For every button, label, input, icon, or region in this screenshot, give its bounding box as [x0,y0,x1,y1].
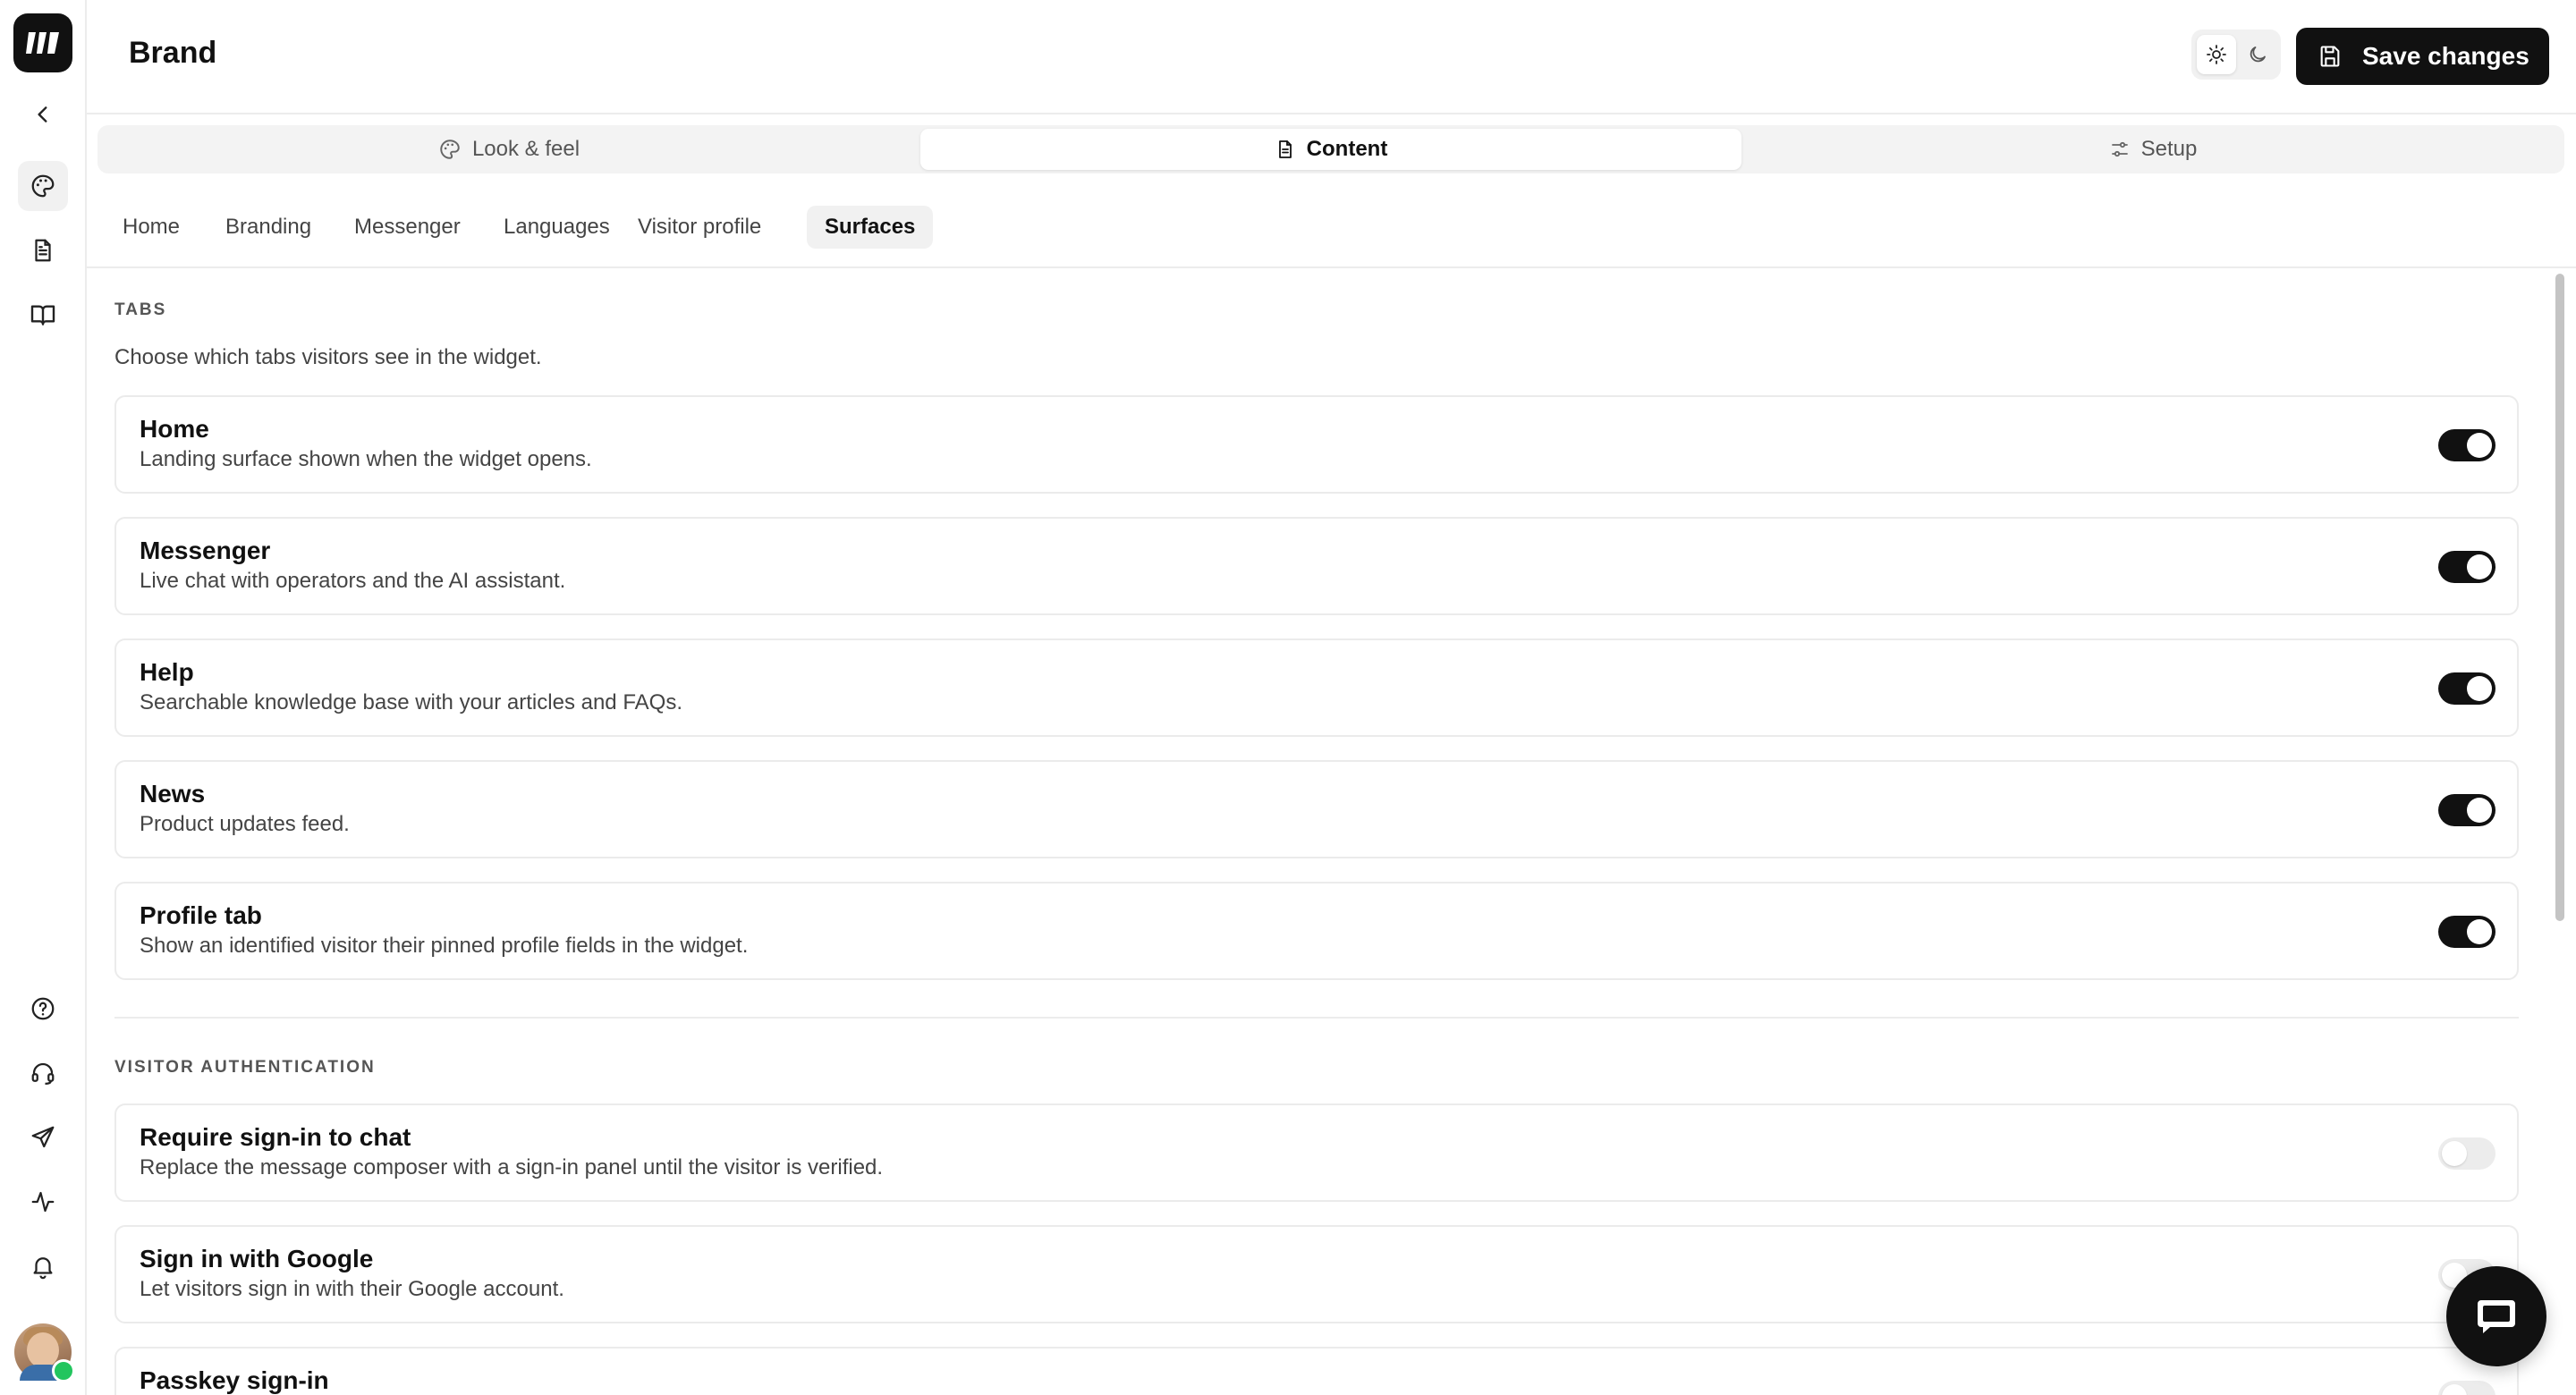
main-tabs: Look & feel Content Setup [97,125,2564,173]
setting-card-google-sign-in: Sign in with Google Let visitors sign in… [114,1225,2519,1323]
setting-description: Searchable knowledge base with your arti… [140,690,682,714]
setting-title: Profile tab [140,901,262,929]
tab-label: Look & feel [471,137,580,161]
setting-card-home: Home Landing surface shown when the widg… [114,395,2519,494]
help-tab-toggle[interactable] [2438,672,2496,705]
tab-setup[interactable]: Setup [1745,129,2561,170]
scrollbar-thumb[interactable] [2555,274,2564,921]
setting-description: Replace the message composer with a sign… [140,1155,884,1179]
sun-icon [2207,45,2226,64]
setting-description: Product updates feed. [140,812,350,836]
subtab-languages[interactable]: Languages [486,206,628,249]
section-description: Choose which tabs visitors see in the wi… [114,345,542,369]
subtab-visitor-profile[interactable]: Visitor profile [620,206,779,249]
setting-title: News [140,780,206,807]
save-icon [2320,46,2340,67]
back-button[interactable] [18,89,68,140]
setting-card-profile-tab: Profile tab Show an identified visitor t… [114,882,2519,980]
palette-icon [31,174,55,198]
book-icon [30,305,55,326]
back-chevron-icon [38,106,47,123]
theme-toggle[interactable] [2191,30,2281,80]
profile-tab-toggle[interactable] [2438,916,2496,948]
nav-support[interactable] [18,1048,68,1098]
moon-icon [2250,46,2266,63]
nav-activity[interactable] [18,1177,68,1227]
activity-icon [31,1191,55,1213]
save-button-label: Save changes [2362,42,2529,70]
setting-title: Sign in with Google [140,1245,374,1272]
tab-look-and-feel[interactable]: Look & feel [101,129,917,170]
setting-card-messenger: Messenger Live chat with operators and t… [114,517,2519,615]
setting-card-help: Help Searchable knowledge base with your… [114,638,2519,737]
subtab-home[interactable]: Home [105,206,198,249]
logo-icon [26,32,59,54]
nav-brand[interactable] [18,161,68,211]
setting-card-passkey-sign-in: Passkey sign-in [114,1347,2519,1395]
require-sign-in-toggle[interactable] [2438,1137,2496,1170]
page-header: Brand Save changes [87,0,2576,114]
setting-description: Landing surface shown when the widget op… [140,447,592,471]
home-tab-toggle[interactable] [2438,429,2496,461]
document-icon [1278,140,1292,158]
setting-card-news: News Product updates feed. [114,760,2519,858]
left-rail [0,0,87,1395]
nav-notifications[interactable] [18,1241,68,1291]
page-title: Brand [129,36,217,70]
nav-help[interactable] [18,984,68,1034]
chat-bubble-icon [2478,1300,2515,1333]
setting-title: Home [140,415,209,443]
setting-title: Passkey sign-in [140,1366,329,1394]
section-label-auth: VISITOR AUTHENTICATION [114,1058,376,1077]
document-icon [35,239,51,262]
setting-title: Require sign-in to chat [140,1123,411,1151]
tab-content[interactable]: Content [920,129,1741,170]
content-scrollbar[interactable] [2554,268,2566,921]
bell-icon [33,1257,53,1280]
tab-label: Content [1306,137,1388,161]
section-divider [114,1017,2519,1019]
dark-theme-option[interactable] [2238,35,2277,74]
help-icon [31,997,55,1020]
news-tab-toggle[interactable] [2438,794,2496,826]
setting-card-require-sign-in: Require sign-in to chat Replace the mess… [114,1103,2519,1202]
nav-documents[interactable] [18,225,68,275]
save-changes-button[interactable]: Save changes [2296,28,2549,85]
passkey-sign-in-toggle[interactable] [2438,1381,2496,1395]
subtab-messenger[interactable]: Messenger [336,206,479,249]
nav-campaigns[interactable] [18,1112,68,1162]
messenger-tab-toggle[interactable] [2438,551,2496,583]
setting-title: Help [140,658,194,686]
setting-title: Messenger [140,537,271,564]
nav-knowledge[interactable] [18,290,68,340]
tab-label: Setup [2140,137,2198,161]
sliders-icon [2111,141,2128,157]
app-logo[interactable] [13,13,72,72]
more-options-button[interactable] [2568,32,2576,79]
user-avatar[interactable] [14,1323,75,1382]
send-icon [31,1126,55,1148]
chat-launcher-button[interactable] [2446,1266,2546,1366]
setting-description: Show an identified visitor their pinned … [140,934,749,958]
setting-description: Let visitors sign in with their Google a… [140,1277,564,1301]
setting-description: Live chat with operators and the AI assi… [140,569,566,593]
subtab-branding[interactable]: Branding [208,206,329,249]
section-label-tabs: TABS [114,300,167,319]
subtab-surfaces[interactable]: Surfaces [807,206,934,249]
online-status-dot [52,1359,75,1382]
sub-tabs: Home Branding Messenger Languages Visito… [87,188,2576,268]
settings-content: TABS Choose which tabs visitors see in t… [87,268,2555,1395]
light-theme-option[interactable] [2197,35,2236,74]
headset-icon [31,1062,55,1085]
palette-icon [440,140,460,159]
